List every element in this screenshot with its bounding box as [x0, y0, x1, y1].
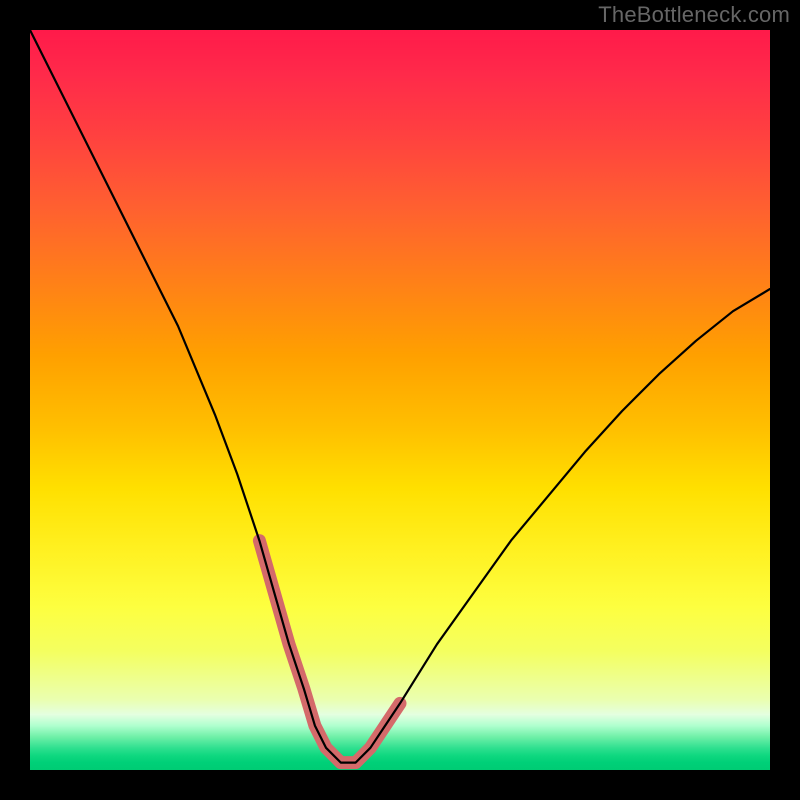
- plot-area: [30, 30, 770, 770]
- watermark-text: TheBottleneck.com: [598, 2, 790, 28]
- optimal-band-path: [259, 541, 400, 763]
- bottleneck-curve-path: [30, 30, 770, 763]
- chart-svg: [30, 30, 770, 770]
- chart-frame: TheBottleneck.com: [0, 0, 800, 800]
